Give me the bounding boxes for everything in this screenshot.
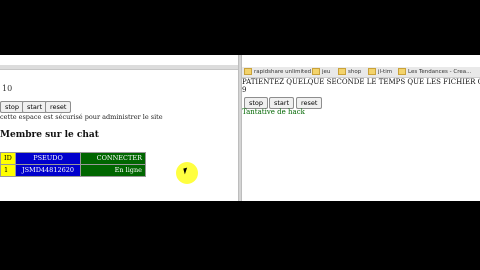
bookmark-item[interactable]: jeu — [312, 67, 330, 77]
folder-icon — [368, 68, 376, 75]
cell-status: En ligne — [80, 164, 146, 177]
bookmarks-bar: rapidshare unlimited jeu shop jl-tim Les… — [242, 67, 480, 78]
folder-icon — [338, 68, 346, 75]
header-pseudo: PSEUDO — [15, 152, 81, 165]
left-counter: 10 — [2, 84, 13, 93]
left-start-button[interactable]: start — [22, 101, 48, 113]
left-toolbar-strip — [0, 65, 238, 70]
left-reset-button[interactable]: reset — [45, 101, 72, 113]
chat-members-heading: Membre sur le chat — [0, 130, 99, 140]
waiting-message: PATIENTEZ QUELQUE SECONDE LE TEMPS QUE L… — [242, 78, 480, 86]
page-icon — [398, 68, 406, 75]
left-stop-button[interactable]: stop — [0, 101, 25, 113]
cell-pseudo: JSMD44812620 — [15, 164, 81, 177]
chat-members-table: ID PSEUDO CONNECTER 1 JSMD44812620 En li… — [0, 152, 146, 177]
right-browser-pane: rapidshare unlimited jeu shop jl-tim Les… — [242, 55, 480, 201]
table-row: 1 JSMD44812620 En ligne — [0, 164, 146, 177]
screen-viewport: 10 stop start reset cette espace est séc… — [0, 55, 480, 201]
header-connect: CONNECTER — [80, 152, 146, 165]
folder-icon — [244, 68, 252, 75]
left-browser-pane: 10 stop start reset cette espace est séc… — [0, 55, 238, 201]
hack-attempt-message: Tantative de hack — [242, 108, 305, 116]
bookmark-item[interactable]: rapidshare unlimited — [244, 67, 311, 77]
right-counter: 9 — [242, 86, 247, 94]
bookmark-item[interactable]: Les Tendances - Crea... — [398, 67, 471, 77]
header-id: ID — [0, 152, 16, 165]
bookmark-item[interactable]: jl-tim — [368, 67, 392, 77]
folder-icon — [312, 68, 320, 75]
bookmark-item[interactable]: shop — [338, 67, 361, 77]
secure-area-note: cette espace est sécurisé pour administr… — [0, 113, 163, 121]
cell-id: 1 — [0, 164, 16, 177]
table-header-row: ID PSEUDO CONNECTER — [0, 152, 146, 165]
